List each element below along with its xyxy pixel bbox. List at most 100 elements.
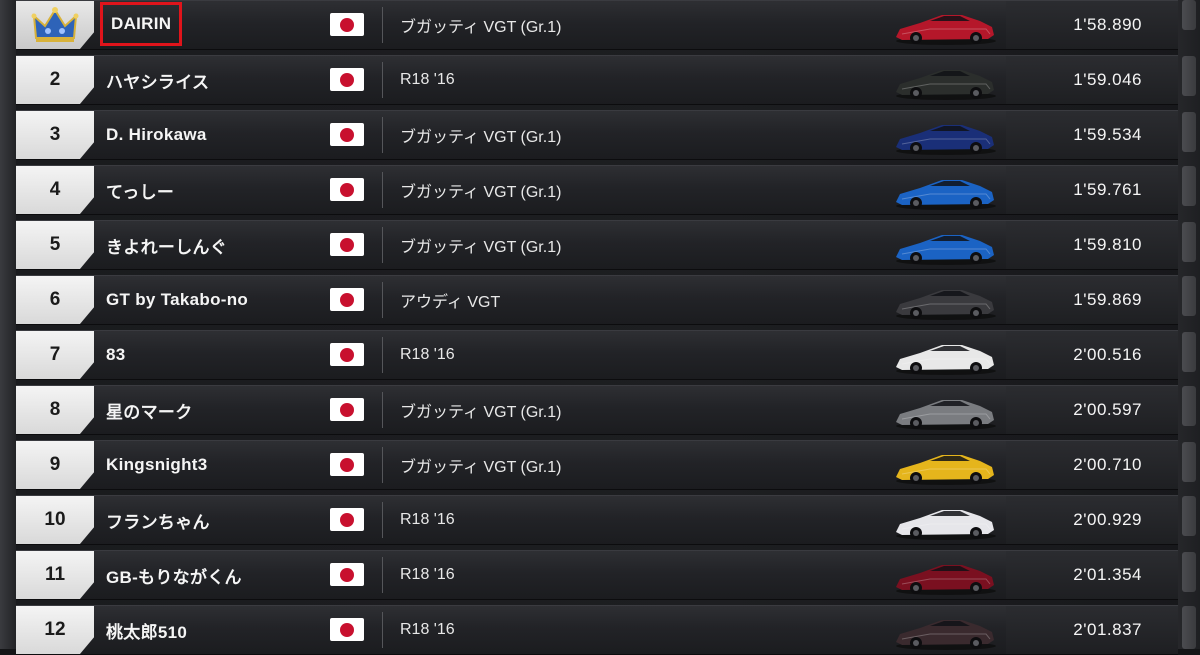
flag-sun <box>340 512 354 527</box>
lap-time: 1'59.046 <box>1006 56 1178 104</box>
car-thumbnail-icon <box>896 620 996 650</box>
rank-number: 12 <box>16 606 94 654</box>
leaderboard-row[interactable]: 9 Kingsnight3 ブガッティ VGT (Gr.1) 2'00.710 <box>16 440 1178 490</box>
column-divider <box>382 62 383 98</box>
japan-flag-icon <box>330 508 364 531</box>
rank-number: 3 <box>16 111 94 159</box>
leaderboard-row[interactable]: 5 きよれーしんぐ ブガッティ VGT (Gr.1) 1'59.810 <box>16 220 1178 270</box>
column-divider <box>382 227 383 263</box>
lap-time: 1'59.810 <box>1006 221 1178 269</box>
car-thumbnail-icon <box>896 15 996 45</box>
japan-flag-icon <box>330 178 364 201</box>
lap-time: 1'58.890 <box>1006 1 1178 49</box>
leaderboard-row[interactable]: 8 星のマーク ブガッティ VGT (Gr.1) 2'00.597 <box>16 385 1178 435</box>
leaderboard-row[interactable]: 11 GB-もりながくん R18 '16 2'01.354 <box>16 550 1178 600</box>
car-thumbnail-icon <box>896 510 996 540</box>
rank-number: 6 <box>16 276 94 324</box>
flag-sun <box>340 72 354 87</box>
japan-flag-icon <box>330 288 364 311</box>
car-model: R18 '16 <box>400 346 455 363</box>
car-model: R18 '16 <box>400 621 455 638</box>
first-place-badge <box>16 1 94 49</box>
car-model: ブガッティ VGT (Gr.1) <box>400 404 562 421</box>
leaderboard-row[interactable]: 2 ハヤシライス R18 '16 1'59.046 <box>16 55 1178 105</box>
car-thumbnail-icon <box>896 235 996 265</box>
car-model: ブガッティ VGT (Gr.1) <box>400 239 562 256</box>
car-thumbnail-icon <box>896 345 996 375</box>
car-thumbnail-icon <box>896 565 996 595</box>
flag-sun <box>340 237 354 252</box>
lap-time: 2'00.516 <box>1006 331 1178 379</box>
flag-sun <box>340 17 354 32</box>
leaderboard-row[interactable]: 10 フランちゃん R18 '16 2'00.929 <box>16 495 1178 545</box>
car-thumbnail-icon <box>896 290 996 320</box>
japan-flag-icon <box>330 123 364 146</box>
column-divider <box>382 612 383 648</box>
rank-number: 11 <box>16 551 94 599</box>
rank-number: 10 <box>16 496 94 544</box>
car-thumbnail-icon <box>896 400 996 430</box>
japan-flag-icon <box>330 233 364 256</box>
japan-flag-icon <box>330 563 364 586</box>
japan-flag-icon <box>330 398 364 421</box>
column-divider <box>382 502 383 538</box>
flag-sun <box>340 622 354 637</box>
car-thumbnail-icon <box>896 125 996 155</box>
japan-flag-icon <box>330 13 364 36</box>
player-name[interactable]: ハヤシライス <box>106 56 209 104</box>
crown-icon <box>31 7 79 42</box>
rank-number: 8 <box>16 386 94 434</box>
player-name[interactable]: フランちゃん <box>106 496 210 544</box>
player-name[interactable]: きよれーしんぐ <box>106 221 227 269</box>
column-divider <box>382 447 383 483</box>
column-divider <box>382 337 383 373</box>
rank-number: 2 <box>16 56 94 104</box>
car-thumbnail-icon <box>896 180 996 210</box>
car-model: R18 '16 <box>400 511 455 528</box>
leaderboard-row[interactable]: DAIRIN ブガッティ VGT (Gr.1) 1'58.890 <box>16 0 1178 50</box>
leaderboard-row[interactable]: 7 83 R18 '16 2'00.516 <box>16 330 1178 380</box>
player-name[interactable]: 星のマーク <box>106 386 193 434</box>
flag-sun <box>340 182 354 197</box>
car-model: アウディ VGT <box>400 294 501 311</box>
player-name[interactable]: GB-もりながくん <box>106 551 242 599</box>
car-model: R18 '16 <box>400 566 455 583</box>
japan-flag-icon <box>330 618 364 641</box>
car-thumbnail-icon <box>896 70 996 100</box>
car-model: ブガッティ VGT (Gr.1) <box>400 459 562 476</box>
lap-time: 1'59.869 <box>1006 276 1178 324</box>
japan-flag-icon <box>330 453 364 476</box>
player-name[interactable]: DAIRIN <box>100 2 183 46</box>
rank-number: 9 <box>16 441 94 489</box>
column-divider <box>382 117 383 153</box>
scrollbar[interactable] <box>1178 0 1200 649</box>
player-name[interactable]: Kingsnight3 <box>106 441 208 489</box>
leaderboard-row[interactable]: 6 GT by Takabo-no アウディ VGT 1'59.869 <box>16 275 1178 325</box>
car-model: ブガッティ VGT (Gr.1) <box>400 19 562 36</box>
column-divider <box>382 392 383 428</box>
player-name[interactable]: D. Hirokawa <box>106 111 207 159</box>
flag-sun <box>340 292 354 307</box>
japan-flag-icon <box>330 68 364 91</box>
leaderboard-row[interactable]: 3 D. Hirokawa ブガッティ VGT (Gr.1) 1'59.534 <box>16 110 1178 160</box>
flag-sun <box>340 567 354 582</box>
car-model: ブガッティ VGT (Gr.1) <box>400 129 562 146</box>
flag-sun <box>340 457 354 472</box>
flag-sun <box>340 402 354 417</box>
lap-time: 2'00.597 <box>1006 386 1178 434</box>
car-thumbnail-icon <box>896 455 996 485</box>
rank-number: 5 <box>16 221 94 269</box>
player-name[interactable]: 83 <box>106 331 126 379</box>
player-name[interactable]: てっしー <box>106 166 174 214</box>
leaderboard: DAIRIN ブガッティ VGT (Gr.1) 1'58.890 2 ハヤシライス R18… <box>0 0 1200 655</box>
flag-sun <box>340 127 354 142</box>
player-name[interactable]: 桃太郎510 <box>106 606 187 654</box>
flag-sun <box>340 347 354 362</box>
japan-flag-icon <box>330 343 364 366</box>
player-name[interactable]: GT by Takabo-no <box>106 276 248 324</box>
lap-time: 1'59.534 <box>1006 111 1178 159</box>
leaderboard-row[interactable]: 12 桃太郎510 R18 '16 2'01.837 <box>16 605 1178 655</box>
rank-number: 7 <box>16 331 94 379</box>
leaderboard-row[interactable]: 4 てっしー ブガッティ VGT (Gr.1) 1'59.761 <box>16 165 1178 215</box>
lap-time: 2'01.354 <box>1006 551 1178 599</box>
